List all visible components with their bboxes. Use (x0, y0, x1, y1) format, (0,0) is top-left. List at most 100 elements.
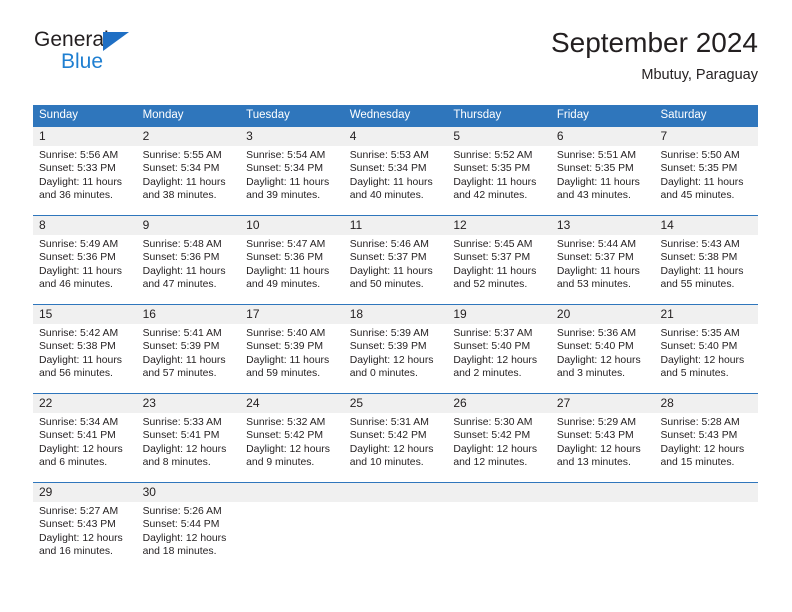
daylight-text-line1: Daylight: 11 hours (39, 265, 122, 277)
day-cell[interactable]: Sunrise: 5:31 AM Sunset: 5:42 PM Dayligh… (344, 413, 448, 482)
day-number[interactable]: 22 (33, 394, 137, 413)
sunset-text: Sunset: 5:40 PM (453, 341, 531, 353)
daylight-text-line1: Daylight: 11 hours (660, 176, 744, 188)
daylight-text-line2: and 0 minutes. (349, 368, 418, 380)
weekday-header-row: Sunday Monday Tuesday Wednesday Thursday… (33, 105, 758, 126)
day-number[interactable]: 5 (447, 127, 551, 146)
day-cell[interactable]: Sunrise: 5:34 AM Sunset: 5:41 PM Dayligh… (33, 413, 137, 482)
day-number[interactable]: 9 (137, 216, 241, 235)
day-number[interactable]: 13 (551, 216, 655, 235)
day-cell[interactable]: Sunrise: 5:47 AM Sunset: 5:36 PM Dayligh… (240, 235, 344, 304)
day-cell[interactable]: Sunrise: 5:37 AM Sunset: 5:40 PM Dayligh… (447, 324, 551, 393)
day-cell[interactable]: Sunrise: 5:29 AM Sunset: 5:43 PM Dayligh… (551, 413, 655, 482)
day-number[interactable]: 20 (551, 305, 655, 324)
day-number[interactable]: 25 (344, 394, 448, 413)
day-cell[interactable]: Sunrise: 5:27 AM Sunset: 5:43 PM Dayligh… (33, 502, 137, 571)
daylight-text-line1: Daylight: 11 hours (349, 176, 433, 188)
sunrise-text: Sunrise: 5:36 AM (556, 328, 637, 339)
sunrise-text: Sunrise: 5:49 AM (39, 239, 119, 250)
sunset-text: Sunset: 5:42 PM (246, 430, 323, 442)
daylight-text-line2: and 50 minutes. (349, 279, 424, 291)
weekday-sunday: Sunday (39, 109, 79, 121)
day-number[interactable]: 29 (33, 483, 137, 502)
daylight-text-line1: Daylight: 11 hours (246, 354, 330, 366)
day-number[interactable]: 18 (344, 305, 448, 324)
day-cell[interactable]: Sunrise: 5:32 AM Sunset: 5:42 PM Dayligh… (240, 413, 344, 482)
day-number[interactable]: 16 (137, 305, 241, 324)
sunset-text: Sunset: 5:36 PM (39, 252, 116, 264)
daylight-text-line2: and 12 minutes. (453, 457, 528, 469)
day-cell[interactable]: Sunrise: 5:52 AM Sunset: 5:35 PM Dayligh… (447, 146, 551, 215)
day-cell[interactable]: Sunrise: 5:50 AM Sunset: 5:35 PM Dayligh… (654, 146, 758, 215)
day-number[interactable]: 28 (654, 394, 758, 413)
day-number[interactable]: 12 (447, 216, 551, 235)
sunrise-text: Sunrise: 5:43 AM (660, 239, 740, 250)
day-cell[interactable]: Sunrise: 5:53 AM Sunset: 5:34 PM Dayligh… (344, 146, 448, 215)
day-number[interactable]: 2 (137, 127, 241, 146)
daylight-text-line2: and 6 minutes. (39, 457, 108, 469)
day-number[interactable]: 21 (654, 305, 758, 324)
daylight-text-line1: Daylight: 11 hours (453, 265, 537, 277)
sunset-text: Sunset: 5:39 PM (142, 341, 220, 353)
sunset-text: Sunset: 5:34 PM (349, 163, 427, 175)
logo-text-blue: Blue (61, 50, 104, 73)
sunrise-text: Sunrise: 5:34 AM (39, 417, 119, 428)
day-number[interactable]: 15 (33, 305, 137, 324)
sunrise-text: Sunrise: 5:33 AM (142, 417, 222, 428)
daylight-text-line1: Daylight: 12 hours (39, 443, 123, 455)
day-cell[interactable]: Sunrise: 5:46 AM Sunset: 5:37 PM Dayligh… (344, 235, 448, 304)
daylight-text-line2: and 53 minutes. (556, 279, 631, 291)
day-cell[interactable]: Sunrise: 5:44 AM Sunset: 5:37 PM Dayligh… (551, 235, 655, 304)
day-cell[interactable]: Sunrise: 5:56 AM Sunset: 5:33 PM Dayligh… (33, 146, 137, 215)
day-cell[interactable]: Sunrise: 5:51 AM Sunset: 5:35 PM Dayligh… (551, 146, 655, 215)
day-cell[interactable]: Sunrise: 5:45 AM Sunset: 5:37 PM Dayligh… (447, 235, 551, 304)
day-cell-empty (240, 502, 344, 571)
day-number[interactable]: 6 (551, 127, 655, 146)
day-cell[interactable]: Sunrise: 5:40 AM Sunset: 5:39 PM Dayligh… (240, 324, 344, 393)
day-number[interactable]: 14 (654, 216, 758, 235)
sunrise-text: Sunrise: 5:41 AM (142, 328, 222, 339)
sunset-text: Sunset: 5:33 PM (39, 163, 116, 175)
day-cell[interactable]: Sunrise: 5:33 AM Sunset: 5:41 PM Dayligh… (137, 413, 241, 482)
sunrise-text: Sunrise: 5:48 AM (142, 239, 222, 250)
day-cell[interactable]: Sunrise: 5:55 AM Sunset: 5:34 PM Dayligh… (137, 146, 241, 215)
day-cell[interactable]: Sunrise: 5:30 AM Sunset: 5:42 PM Dayligh… (447, 413, 551, 482)
day-cell[interactable]: Sunrise: 5:42 AM Sunset: 5:38 PM Dayligh… (33, 324, 137, 393)
day-number[interactable]: 8 (33, 216, 137, 235)
day-number[interactable]: 10 (240, 216, 344, 235)
day-cell[interactable]: Sunrise: 5:26 AM Sunset: 5:44 PM Dayligh… (137, 502, 241, 571)
day-cell[interactable]: Sunrise: 5:54 AM Sunset: 5:34 PM Dayligh… (240, 146, 344, 215)
day-cell[interactable]: Sunrise: 5:36 AM Sunset: 5:40 PM Dayligh… (551, 324, 655, 393)
daylight-text-line2: and 40 minutes. (349, 190, 424, 202)
day-cell[interactable]: Sunrise: 5:43 AM Sunset: 5:38 PM Dayligh… (654, 235, 758, 304)
day-number[interactable]: 24 (240, 394, 344, 413)
day-number[interactable]: 11 (344, 216, 448, 235)
day-number[interactable]: 3 (240, 127, 344, 146)
day-cell[interactable]: Sunrise: 5:35 AM Sunset: 5:40 PM Dayligh… (654, 324, 758, 393)
day-number[interactable]: 4 (344, 127, 448, 146)
day-cell[interactable]: Sunrise: 5:48 AM Sunset: 5:36 PM Dayligh… (137, 235, 241, 304)
weekday-saturday: Saturday (660, 109, 707, 121)
day-cell[interactable]: Sunrise: 5:28 AM Sunset: 5:43 PM Dayligh… (654, 413, 758, 482)
week-daynumber-band: 15 16 17 18 19 20 21 (33, 305, 758, 324)
day-number[interactable]: 30 (137, 483, 241, 502)
sunrise-text: Sunrise: 5:40 AM (246, 328, 326, 339)
day-number[interactable]: 19 (447, 305, 551, 324)
day-cell[interactable]: Sunrise: 5:49 AM Sunset: 5:36 PM Dayligh… (33, 235, 137, 304)
day-cell[interactable]: Sunrise: 5:39 AM Sunset: 5:39 PM Dayligh… (344, 324, 448, 393)
day-cell[interactable]: Sunrise: 5:41 AM Sunset: 5:39 PM Dayligh… (137, 324, 241, 393)
daylight-text-line1: Daylight: 12 hours (556, 354, 641, 366)
day-number[interactable]: 26 (447, 394, 551, 413)
day-number[interactable]: 23 (137, 394, 241, 413)
sunrise-text: Sunrise: 5:39 AM (349, 328, 429, 339)
sunrise-text: Sunrise: 5:46 AM (349, 239, 429, 250)
day-number[interactable]: 1 (33, 127, 137, 146)
sunrise-text: Sunrise: 5:32 AM (246, 417, 326, 428)
generalblue-logo[interactable]: General Blue (33, 26, 233, 84)
sunset-text: Sunset: 5:42 PM (349, 430, 427, 442)
day-number[interactable]: 27 (551, 394, 655, 413)
daylight-text-line1: Daylight: 11 hours (142, 176, 226, 188)
day-number[interactable]: 17 (240, 305, 344, 324)
day-number[interactable]: 7 (654, 127, 758, 146)
weekday-friday: Friday (556, 109, 589, 121)
